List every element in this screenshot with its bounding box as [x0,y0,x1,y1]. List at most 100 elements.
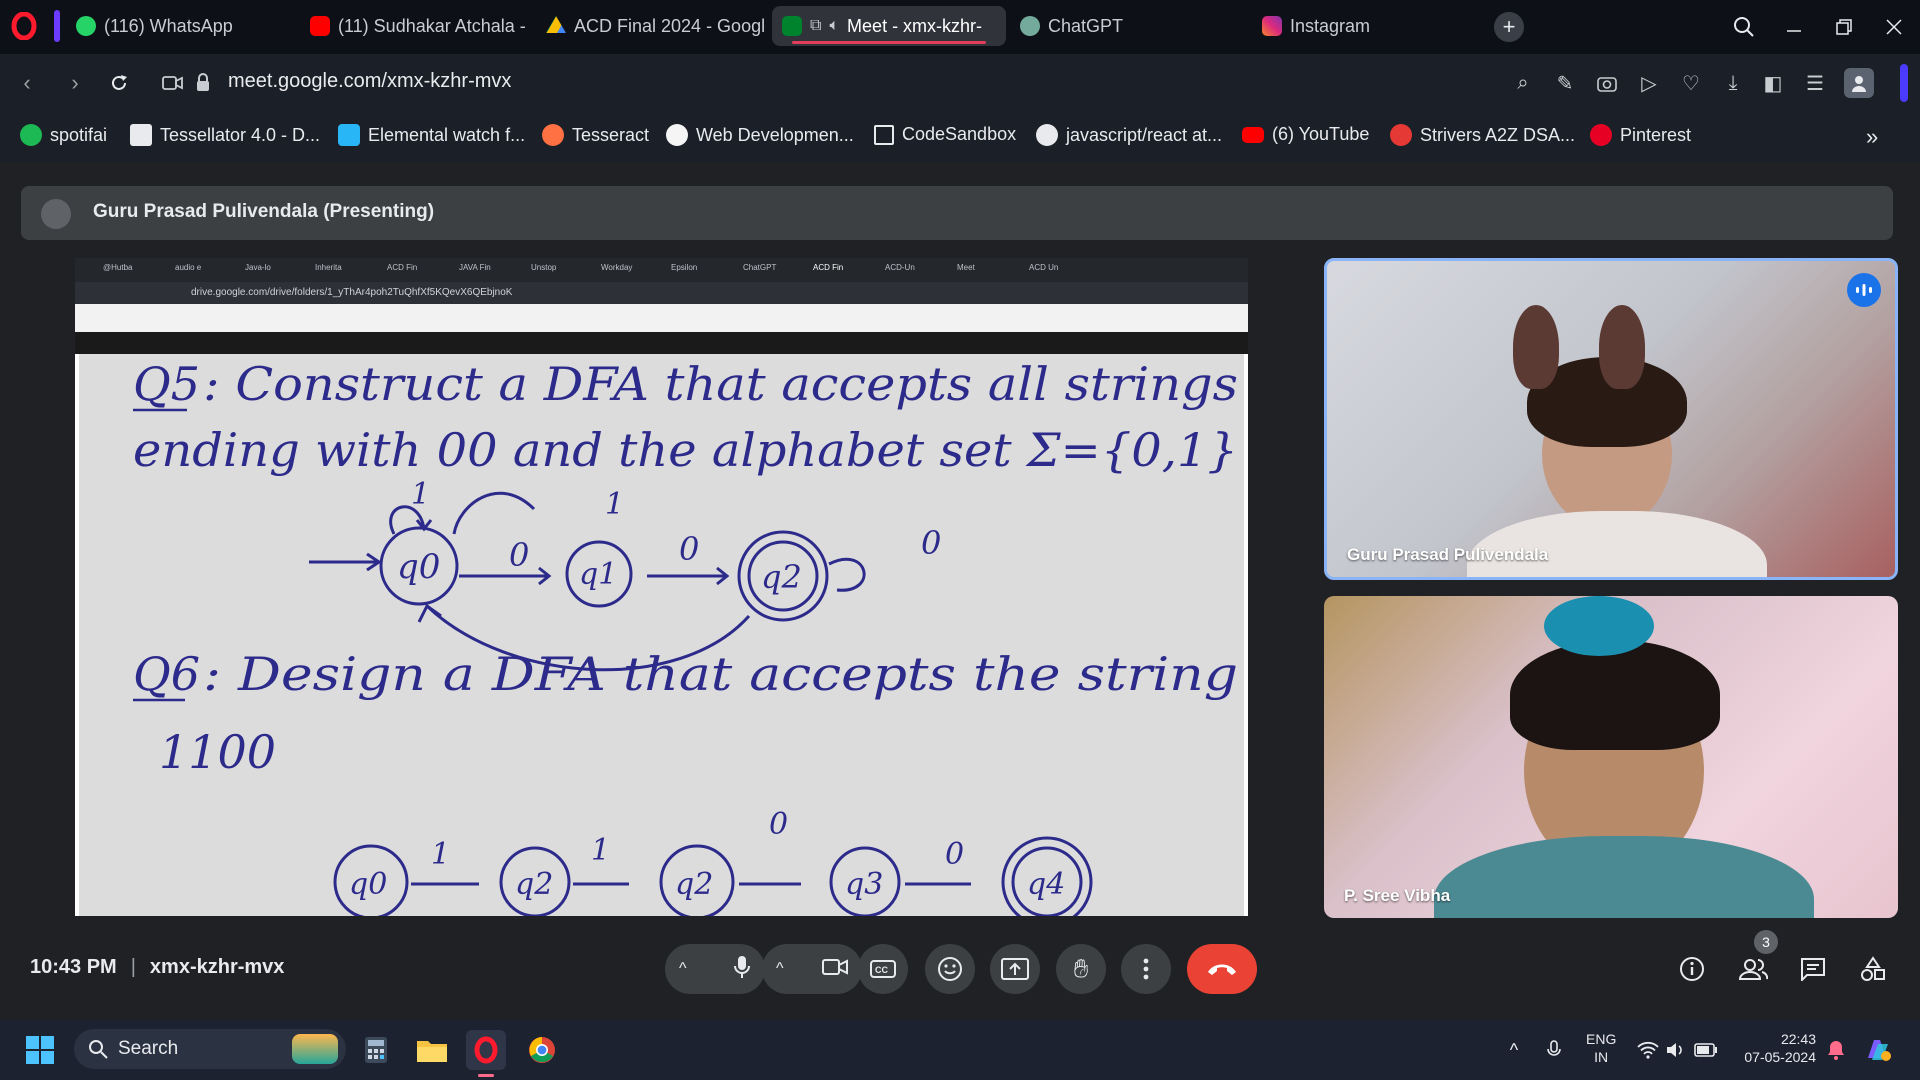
bookmark-tessellator[interactable]: Tessellator 4.0 - D... [130,124,320,146]
zoom-icon[interactable]: ⌕ [1508,68,1538,98]
profile-icon[interactable] [1844,68,1874,98]
chrome-icon[interactable] [522,1030,562,1070]
download-icon[interactable]: ⤓ [1718,68,1748,98]
battery-icon[interactable] [1686,1030,1726,1070]
hair-accessory [1544,596,1654,656]
taskbar-search[interactable]: Search [74,1029,346,1069]
shared-screen[interactable]: @Hutba audio e Java-lo Inherita ACD Fin … [75,258,1248,916]
chevron-up-icon[interactable]: ^ [1494,1030,1534,1070]
shapes-icon [1861,956,1885,981]
send-icon[interactable]: ▷ [1634,68,1664,98]
q5-state-q1: q1 [579,557,617,592]
participant-tile-presenter[interactable]: Guru Prasad Pulivendala [1324,258,1898,580]
search-icon [89,1040,108,1059]
tab-whatsapp[interactable]: (116) WhatsApp [66,6,296,46]
calculator-icon[interactable] [356,1030,396,1070]
language-indicator[interactable]: ENG IN [1586,1030,1616,1066]
tab-label: (116) WhatsApp [104,15,233,36]
back-button[interactable]: ‹ [10,66,44,100]
picture-in-picture-icon[interactable]: ⧉ [810,17,821,35]
meeting-info: 10:43 PM | xmx-kzhr-mvx [30,956,284,979]
shared-tab: Workday [601,263,633,272]
q6-edge-label: 0 [769,807,788,842]
reload-button[interactable] [102,66,136,100]
bookmark-label: Strivers A2Z DSA... [1420,124,1576,145]
tab-google-drive[interactable]: ACD Final 2024 - Google [536,6,766,46]
q5-label: Q5 [133,357,200,411]
more-vertical-icon [1143,958,1149,980]
copilot-icon[interactable] [1858,1030,1898,1070]
url-field[interactable]: meet.google.com/xmx-kzhr-mvx [228,70,511,93]
q6-state-q0: q0 [349,867,387,902]
taskbar: Search ^ ENG IN 22:43 07-05-2024 [0,1020,1920,1080]
more-bookmarks-icon[interactable]: » [1866,124,1878,150]
shared-tab: Java-lo [245,263,271,272]
activities-button[interactable] [1852,948,1894,990]
chevron-up-icon: ^ [679,960,687,977]
hang-up-icon [1208,964,1236,975]
opera-taskbar-icon[interactable] [466,1030,506,1070]
bookmark-elemental[interactable]: Elemental watch f... [338,124,525,146]
bookmark-javascript-react[interactable]: javascript/react at... [1036,124,1222,146]
microphone-tray-icon[interactable] [1534,1030,1574,1070]
q5-edge-label: 1 [411,477,430,512]
system-clock[interactable]: 22:43 07-05-2024 [1740,1030,1816,1066]
bookmark-spotifai[interactable]: spotifai [20,124,107,146]
shared-tab: Epsilon [671,263,698,272]
tab-instagram[interactable]: Instagram [1252,6,1482,46]
audio-settings-button[interactable]: ^ [665,944,765,994]
file-explorer-icon[interactable] [412,1030,452,1070]
video-settings-button[interactable]: ^ [762,944,862,994]
opera-logo-icon[interactable] [10,11,38,41]
bookmark-pinterest[interactable]: Pinterest [1590,124,1691,146]
bookmark-codesandbox[interactable]: CodeSandbox [874,124,1016,145]
bookmark-youtube[interactable]: (6) YouTube [1242,124,1369,145]
raise-hand-button[interactable]: ✋︎ [1056,944,1106,994]
tab-youtube[interactable]: (11) Sudhakar Atchala - [300,6,532,46]
camera-icon[interactable] [1592,68,1622,98]
camera-in-use-icon[interactable] [156,66,190,100]
close-window-button[interactable] [1876,10,1912,44]
elemental-icon [338,124,360,146]
restore-button[interactable] [1826,10,1862,44]
snapshot-edit-icon[interactable]: ✎ [1550,68,1580,98]
leave-call-button[interactable] [1187,944,1257,994]
reactions-button[interactable] [925,944,975,994]
more-options-button[interactable] [1121,944,1171,994]
q6-state-q2a: q2 [515,867,553,902]
google-drive-icon [546,16,566,33]
spotify-icon [20,124,42,146]
bookmark-web-development[interactable]: Web Developmen... [666,124,854,146]
shared-page-strip [75,304,1248,332]
heart-icon[interactable]: ♡ [1676,68,1706,98]
clock-time: 22:43 [1780,1031,1816,1047]
captions-button[interactable]: CC [858,944,908,994]
chatgpt-icon [1020,16,1040,36]
easy-setup-icon[interactable]: ☰ [1800,68,1830,98]
present-screen-button[interactable] [990,944,1040,994]
lock-icon[interactable] [186,66,220,100]
microphone-icon [733,955,751,984]
forward-button[interactable]: › [58,66,92,100]
notification-bell-icon[interactable] [1816,1030,1856,1070]
speaker-icon[interactable]: 🔈︎ [829,17,839,35]
minimize-button[interactable] [1776,10,1812,44]
bookmark-strivers[interactable]: Strivers A2Z DSA... [1390,124,1575,146]
tab-meet[interactable]: ⧉ 🔈︎ Meet - xmx-kzhr- [772,6,1006,46]
active-app-indicator [478,1074,494,1077]
bookmark-label: Elemental watch f... [368,124,526,145]
people-button[interactable] [1732,948,1774,990]
windows-start-icon[interactable] [20,1030,60,1070]
clock-date: 07-05-2024 [1744,1049,1816,1065]
shared-tab: Inherita [315,263,342,272]
bookmark-tesseract[interactable]: Tesseract [542,124,649,146]
search-tabs-icon[interactable] [1726,10,1762,44]
tab-chatgpt[interactable]: ChatGPT [1010,6,1246,46]
chat-button[interactable] [1792,948,1834,990]
meet-area: Guru Prasad Pulivendala (Presenting) @Hu… [0,162,1920,1020]
participant-tile[interactable]: P. Sree Vibha [1324,596,1898,918]
presenting-banner: Guru Prasad Pulivendala (Presenting) [21,186,1893,240]
meeting-details-button[interactable] [1671,948,1713,990]
new-tab-button[interactable]: + [1494,12,1524,42]
battery-saver-icon[interactable]: ◧ [1758,68,1788,98]
